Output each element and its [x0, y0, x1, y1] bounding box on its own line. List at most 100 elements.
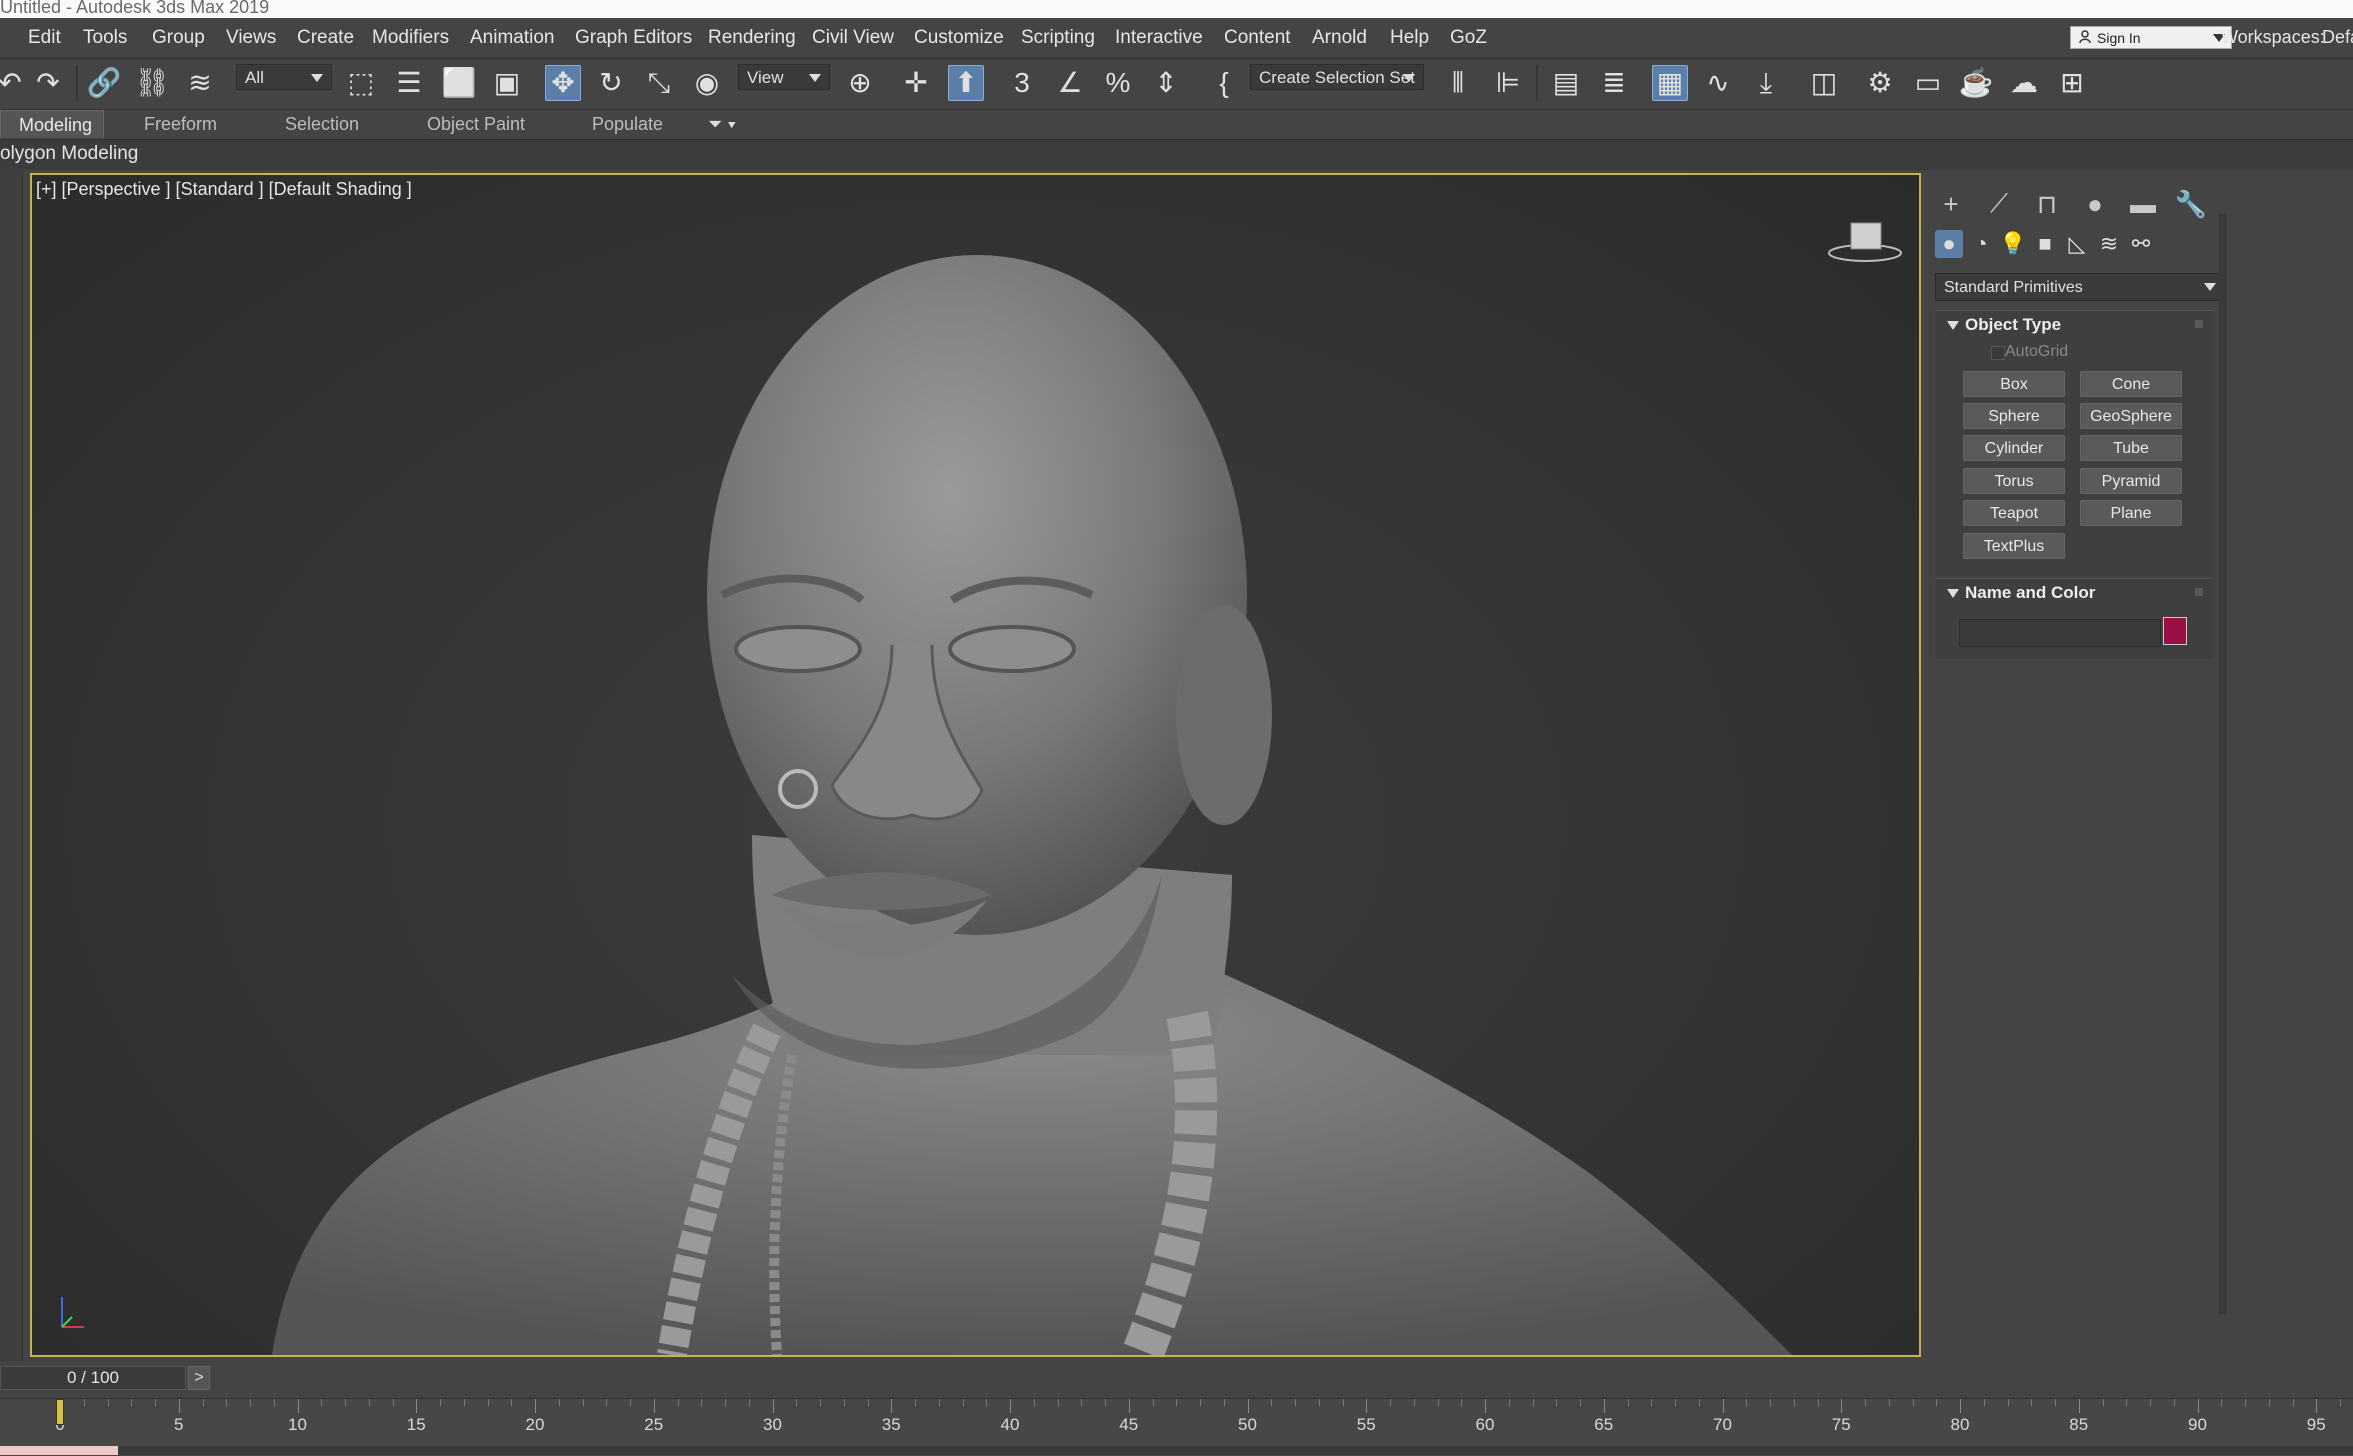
- geosphere-button[interactable]: GeoSphere: [2080, 403, 2182, 429]
- object-name-field[interactable]: [1959, 619, 2161, 647]
- teapot-button[interactable]: Teapot: [1963, 500, 2065, 526]
- command-panel-scrollbar[interactable]: [2219, 214, 2227, 1314]
- selection-filter-dropdown[interactable]: All: [236, 64, 332, 90]
- menu-scripting[interactable]: Scripting: [1021, 27, 1095, 49]
- menu-rendering[interactable]: Rendering: [708, 27, 796, 49]
- helpers-icon[interactable]: ◺: [2063, 230, 2091, 258]
- plane-button[interactable]: Plane: [2080, 500, 2182, 526]
- motion-tab-icon[interactable]: ●: [2077, 186, 2113, 222]
- cylinder-button[interactable]: Cylinder: [1963, 435, 2065, 461]
- select-and-scale-icon[interactable]: ⤡: [641, 65, 677, 101]
- menu-goz[interactable]: GoZ: [1450, 27, 1487, 49]
- box-button[interactable]: Box: [1963, 371, 2065, 397]
- menu-create[interactable]: Create: [297, 27, 354, 49]
- menu-animation[interactable]: Animation: [470, 27, 555, 49]
- name-and-color-header[interactable]: Name and Color: [1935, 579, 2213, 607]
- maxscript-listener[interactable]: [0, 1446, 118, 1455]
- keyboard-shortcut-override-icon[interactable]: ⬆: [948, 65, 984, 101]
- polygon-modeling-label[interactable]: olygon Modeling: [0, 143, 138, 165]
- shapes-icon[interactable]: ◔: [1967, 230, 1995, 258]
- create-tab-icon[interactable]: +: [1933, 186, 1969, 222]
- tab-modeling[interactable]: Modeling: [0, 110, 104, 138]
- display-tab-icon[interactable]: ▬: [2125, 186, 2161, 222]
- current-frame-marker[interactable]: [56, 1399, 64, 1425]
- menu-modifiers[interactable]: Modifiers: [372, 27, 449, 49]
- object-color-swatch[interactable]: [2163, 617, 2187, 645]
- layer-explorer-icon[interactable]: ≣: [1596, 65, 1632, 101]
- mirror-icon[interactable]: ⫴: [1440, 65, 1476, 101]
- a360-gallery-icon[interactable]: ⊞: [2054, 65, 2090, 101]
- sign-in-dropdown[interactable]: Sign In: [2070, 26, 2232, 49]
- cameras-icon[interactable]: ■: [2031, 230, 2059, 258]
- edit-named-selection-icon[interactable]: {: [1206, 65, 1242, 101]
- render-in-cloud-icon[interactable]: ☁: [2006, 65, 2042, 101]
- perspective-viewport[interactable]: [+] [Perspective ] [Standard ] [Default …: [30, 173, 1921, 1357]
- undo-icon[interactable]: ↶: [0, 65, 28, 101]
- snaps-toggle-icon[interactable]: 3: [1004, 65, 1040, 101]
- select-and-rotate-icon[interactable]: ↻: [593, 65, 629, 101]
- tube-button[interactable]: Tube: [2080, 435, 2182, 461]
- menu-views[interactable]: Views: [226, 27, 276, 49]
- render-setup-icon[interactable]: ⚙: [1862, 65, 1898, 101]
- menu-civil-view[interactable]: Civil View: [812, 27, 894, 49]
- textplus-button[interactable]: TextPlus: [1963, 533, 2065, 559]
- menu-graph-editors[interactable]: Graph Editors: [575, 27, 692, 49]
- tab-selection[interactable]: Selection: [285, 110, 359, 138]
- render-production-icon[interactable]: ☕: [1958, 65, 1994, 101]
- utilities-tab-icon[interactable]: 🔧: [2173, 186, 2209, 222]
- workspaces-dropdown[interactable]: Defa: [2322, 27, 2353, 48]
- spinner-snap-icon[interactable]: ⇕: [1148, 65, 1184, 101]
- geometry-icon[interactable]: ●: [1935, 230, 1963, 258]
- space-warps-icon[interactable]: ≋: [2095, 230, 2123, 258]
- menu-customize[interactable]: Customize: [914, 27, 1004, 49]
- redo-icon[interactable]: ↷: [30, 65, 66, 101]
- select-by-name-icon[interactable]: ☰: [391, 65, 427, 101]
- toggle-ribbon-icon[interactable]: ▦: [1652, 65, 1688, 101]
- autogrid-checkbox[interactable]: [1991, 346, 2005, 360]
- viewcube-icon[interactable]: [1825, 215, 1905, 265]
- menu-interactive[interactable]: Interactive: [1115, 27, 1203, 49]
- hierarchy-tab-icon[interactable]: ⊓: [2029, 186, 2065, 222]
- torus-button[interactable]: Torus: [1963, 468, 2065, 494]
- rectangular-selection-icon[interactable]: ⬜: [441, 65, 477, 101]
- time-slider[interactable]: 0 / 100: [0, 1366, 186, 1390]
- lights-icon[interactable]: 💡: [1999, 230, 2027, 258]
- align-icon[interactable]: ⊫: [1490, 65, 1526, 101]
- bind-to-space-warp-icon[interactable]: ≋: [182, 65, 218, 101]
- menu-content[interactable]: Content: [1224, 27, 1291, 49]
- tab-populate[interactable]: Populate: [592, 110, 663, 138]
- angle-snap-icon[interactable]: ∠: [1052, 65, 1088, 101]
- rendered-frame-window-icon[interactable]: ▭: [1910, 65, 1946, 101]
- select-and-place-icon[interactable]: ◉: [689, 65, 725, 101]
- sphere-button[interactable]: Sphere: [1963, 403, 2065, 429]
- menu-edit[interactable]: Edit: [28, 27, 61, 49]
- ribbon-options-icon[interactable]: ⏷ ▾: [708, 110, 736, 138]
- menu-help[interactable]: Help: [1390, 27, 1429, 49]
- reference-coordinate-dropdown[interactable]: View: [738, 64, 830, 90]
- object-category-dropdown[interactable]: Standard Primitives: [1935, 273, 2225, 301]
- systems-icon[interactable]: ⚯: [2127, 230, 2155, 258]
- curve-editor-icon[interactable]: ∿: [1700, 65, 1736, 101]
- unlink-icon[interactable]: ⛓: [134, 65, 170, 101]
- tab-object-paint[interactable]: Object Paint: [427, 110, 525, 138]
- schematic-view-icon[interactable]: ⤓: [1748, 65, 1784, 101]
- material-editor-icon[interactable]: ◫: [1806, 65, 1842, 101]
- select-manipulate-icon[interactable]: ✛: [898, 65, 934, 101]
- select-and-move-icon[interactable]: ✥: [545, 65, 581, 101]
- pyramid-button[interactable]: Pyramid: [2080, 468, 2182, 494]
- scene-explorer-icon[interactable]: ▤: [1548, 65, 1584, 101]
- percent-snap-icon[interactable]: %: [1100, 65, 1136, 101]
- modify-tab-icon[interactable]: ⟋: [1981, 186, 2017, 222]
- sculpted-bust-model[interactable]: [32, 175, 1919, 1355]
- object-type-header[interactable]: Object Type: [1935, 311, 2213, 339]
- tab-freeform[interactable]: Freeform: [144, 110, 217, 138]
- select-and-link-icon[interactable]: 🔗: [86, 65, 122, 101]
- menu-arnold[interactable]: Arnold: [1312, 27, 1367, 49]
- menu-tools[interactable]: Tools: [83, 27, 127, 49]
- menu-group[interactable]: Group: [152, 27, 205, 49]
- next-frame-button[interactable]: >: [188, 1366, 210, 1390]
- pivot-center-icon[interactable]: ⊕: [842, 65, 878, 101]
- named-selection-set-dropdown[interactable]: Create Selection Set: [1250, 64, 1424, 90]
- select-object-icon[interactable]: ⬚: [343, 65, 379, 101]
- window-crossing-icon[interactable]: ▣: [489, 65, 525, 101]
